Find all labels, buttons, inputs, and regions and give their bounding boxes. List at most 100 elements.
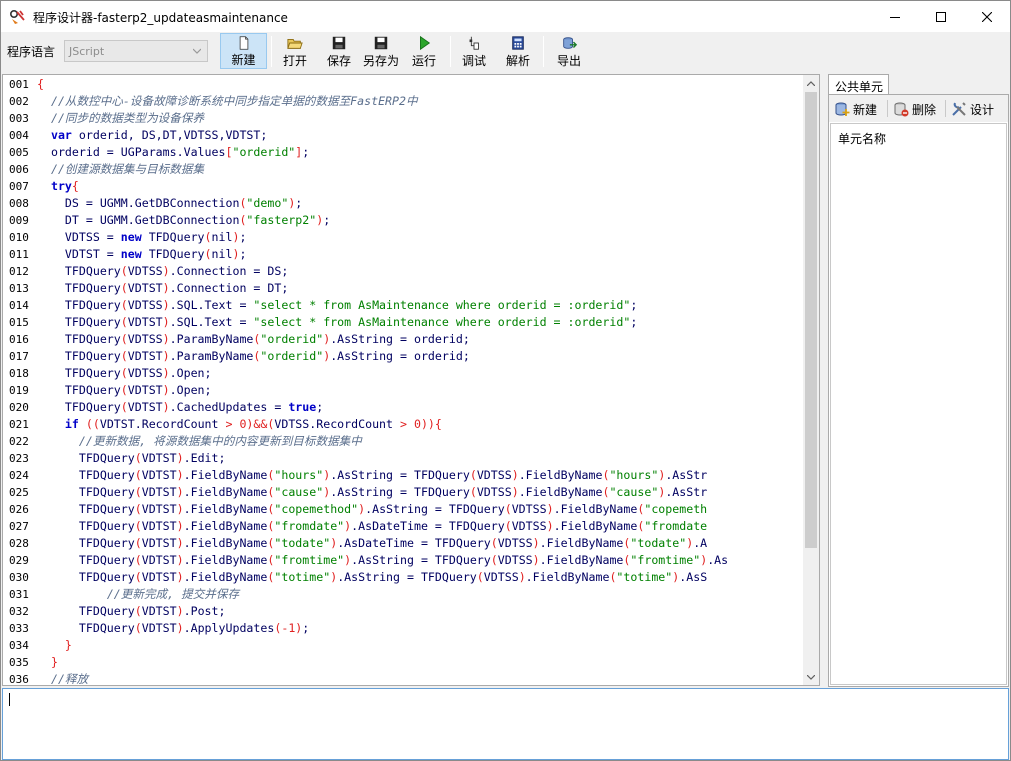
export-button[interactable]: 导出 xyxy=(551,33,587,69)
designer-window: 程序设计器-fasterp2_updateasmaintenance 程序语言 … xyxy=(0,0,1011,761)
code-token: TFDQuery xyxy=(64,281,121,295)
unit-new-button[interactable]: 新建 xyxy=(834,99,877,119)
code-token: ( xyxy=(469,468,477,482)
code-token: ) xyxy=(162,298,170,312)
public-units-panel: 新建 删除 设计 单元名称 xyxy=(828,94,1009,687)
code-token: TFDQuery xyxy=(78,451,135,465)
save-as-button[interactable]: 另存为 xyxy=(360,33,402,69)
code-token: .FieldByName xyxy=(183,536,268,550)
line-number: 031 xyxy=(9,588,29,601)
code-token: TFDQuery xyxy=(78,604,135,618)
language-value: JScript xyxy=(69,45,105,58)
code-token: TFDQuery xyxy=(64,298,121,312)
code-token: .AsString = TFDQuery xyxy=(330,468,470,482)
code-token: VDTST xyxy=(141,485,177,499)
open-folder-icon xyxy=(287,39,303,49)
unit-design-button[interactable]: 设计 xyxy=(951,99,994,119)
code-area[interactable]: { //从数控中心-设备故障诊断系统中同步指定单据的数据至FastERP2中 /… xyxy=(37,75,803,685)
code-token: nil xyxy=(211,247,233,261)
toolbar-separator xyxy=(450,36,451,67)
code-token: ( xyxy=(134,502,142,516)
code-token: > 0)){ xyxy=(400,417,442,431)
language-select[interactable]: JScript xyxy=(64,40,208,62)
save-button[interactable]: 保存 xyxy=(321,33,357,69)
close-button[interactable] xyxy=(964,1,1010,32)
unit-design-label: 设计 xyxy=(970,102,995,117)
code-line: if ((VDTST.RecordCount > 0)&&(VDTSS.Reco… xyxy=(37,416,442,433)
unit-delete-button[interactable]: 删除 xyxy=(893,99,936,119)
code-token: "fromtime" xyxy=(630,553,701,567)
open-button[interactable]: 打开 xyxy=(277,33,313,69)
new-button[interactable]: 新建 xyxy=(220,33,267,69)
code-token: ) xyxy=(162,281,170,295)
maximize-button[interactable] xyxy=(918,1,964,32)
save-as-button-label: 另存为 xyxy=(362,54,399,68)
code-token: .AsDateTime = TFDQuery xyxy=(337,536,491,550)
unit-delete-label: 删除 xyxy=(912,102,937,117)
code-line: //更新数据, 将源数据集中的内容更新到目标数据集中 xyxy=(37,433,362,450)
code-token: VDTST xyxy=(127,349,163,363)
code-token: .SQL.Text = xyxy=(169,298,254,312)
code-editor[interactable]: 001 002 003 004 005 006 007 008 009 010 011 012 013 0… xyxy=(2,74,820,686)
code-token: ; xyxy=(630,315,638,329)
scroll-thumb[interactable] xyxy=(805,92,817,548)
export-button-label: 导出 xyxy=(556,54,581,68)
code-token: VDTST xyxy=(141,468,177,482)
code-token: .FieldByName xyxy=(183,468,268,482)
output-textarea[interactable] xyxy=(2,688,1009,760)
scroll-down-button[interactable] xyxy=(803,669,819,685)
unit-list[interactable]: 单元名称 xyxy=(830,123,1007,685)
code-token: .AsString = orderid; xyxy=(330,332,470,346)
scroll-up-button[interactable] xyxy=(803,75,819,91)
code-token: ( xyxy=(120,349,128,363)
code-token: //释放 xyxy=(50,672,89,685)
panel-toolbar: 新建 删除 设计 xyxy=(829,95,1008,122)
text-caret xyxy=(9,693,10,706)
code-line: DT = UGMM.GetDBConnection("fasterp2"); xyxy=(37,212,330,229)
code-line: TFDQuery(VDTST).FieldByName("todate").As… xyxy=(37,535,707,552)
run-button[interactable]: 运行 xyxy=(406,33,442,69)
tab-public-units[interactable]: 公共单元 xyxy=(828,74,889,95)
code-token: ( xyxy=(134,553,142,567)
code-token: VDTSS xyxy=(127,264,163,278)
code-token: .FieldByName xyxy=(183,519,268,533)
code-token: ( xyxy=(120,366,128,380)
code-token: ) xyxy=(162,400,170,414)
code-token: ; xyxy=(316,400,324,414)
debug-button[interactable]: 调试 xyxy=(456,33,492,69)
code-token: ) xyxy=(176,570,184,584)
code-token: ) xyxy=(176,485,184,499)
code-token: //创建源数据集与目标数据集 xyxy=(50,162,205,176)
code-token: //更新完成, 提交并保存 xyxy=(106,587,240,601)
code-line: TFDQuery(VDTST).Connection = DT; xyxy=(37,280,288,297)
code-token: DS = UGMM.GetDBConnection xyxy=(64,196,240,210)
export-icon xyxy=(563,37,578,49)
line-number-gutter: 001 002 003 004 005 006 007 008 009 010 011 012 013 0… xyxy=(3,75,36,685)
code-token: "fasterp2" xyxy=(246,213,317,227)
line-number: 029 xyxy=(9,554,29,567)
parse-button[interactable]: 解析 xyxy=(500,33,536,69)
code-token: ; xyxy=(302,621,310,635)
code-line: TFDQuery(VDTST).Open; xyxy=(37,382,212,399)
code-token: "totime" xyxy=(616,570,673,584)
code-token: ( xyxy=(134,468,142,482)
code-line: TFDQuery(VDTST).FieldByName("copemethod"… xyxy=(37,501,707,518)
code-token: "fromdate" xyxy=(274,519,345,533)
line-number: 019 xyxy=(9,384,29,397)
code-token: ( xyxy=(204,230,212,244)
editor-vertical-scrollbar[interactable] xyxy=(803,75,819,685)
run-icon xyxy=(420,35,431,51)
save-icon xyxy=(332,36,346,50)
code-token: .SQL.Text = xyxy=(169,315,254,329)
code-token: ( xyxy=(134,570,142,584)
code-line: VDTSS = new TFDQuery(nil); xyxy=(37,229,247,246)
code-token: "copemeth xyxy=(644,502,708,516)
minimize-button[interactable] xyxy=(872,1,918,32)
